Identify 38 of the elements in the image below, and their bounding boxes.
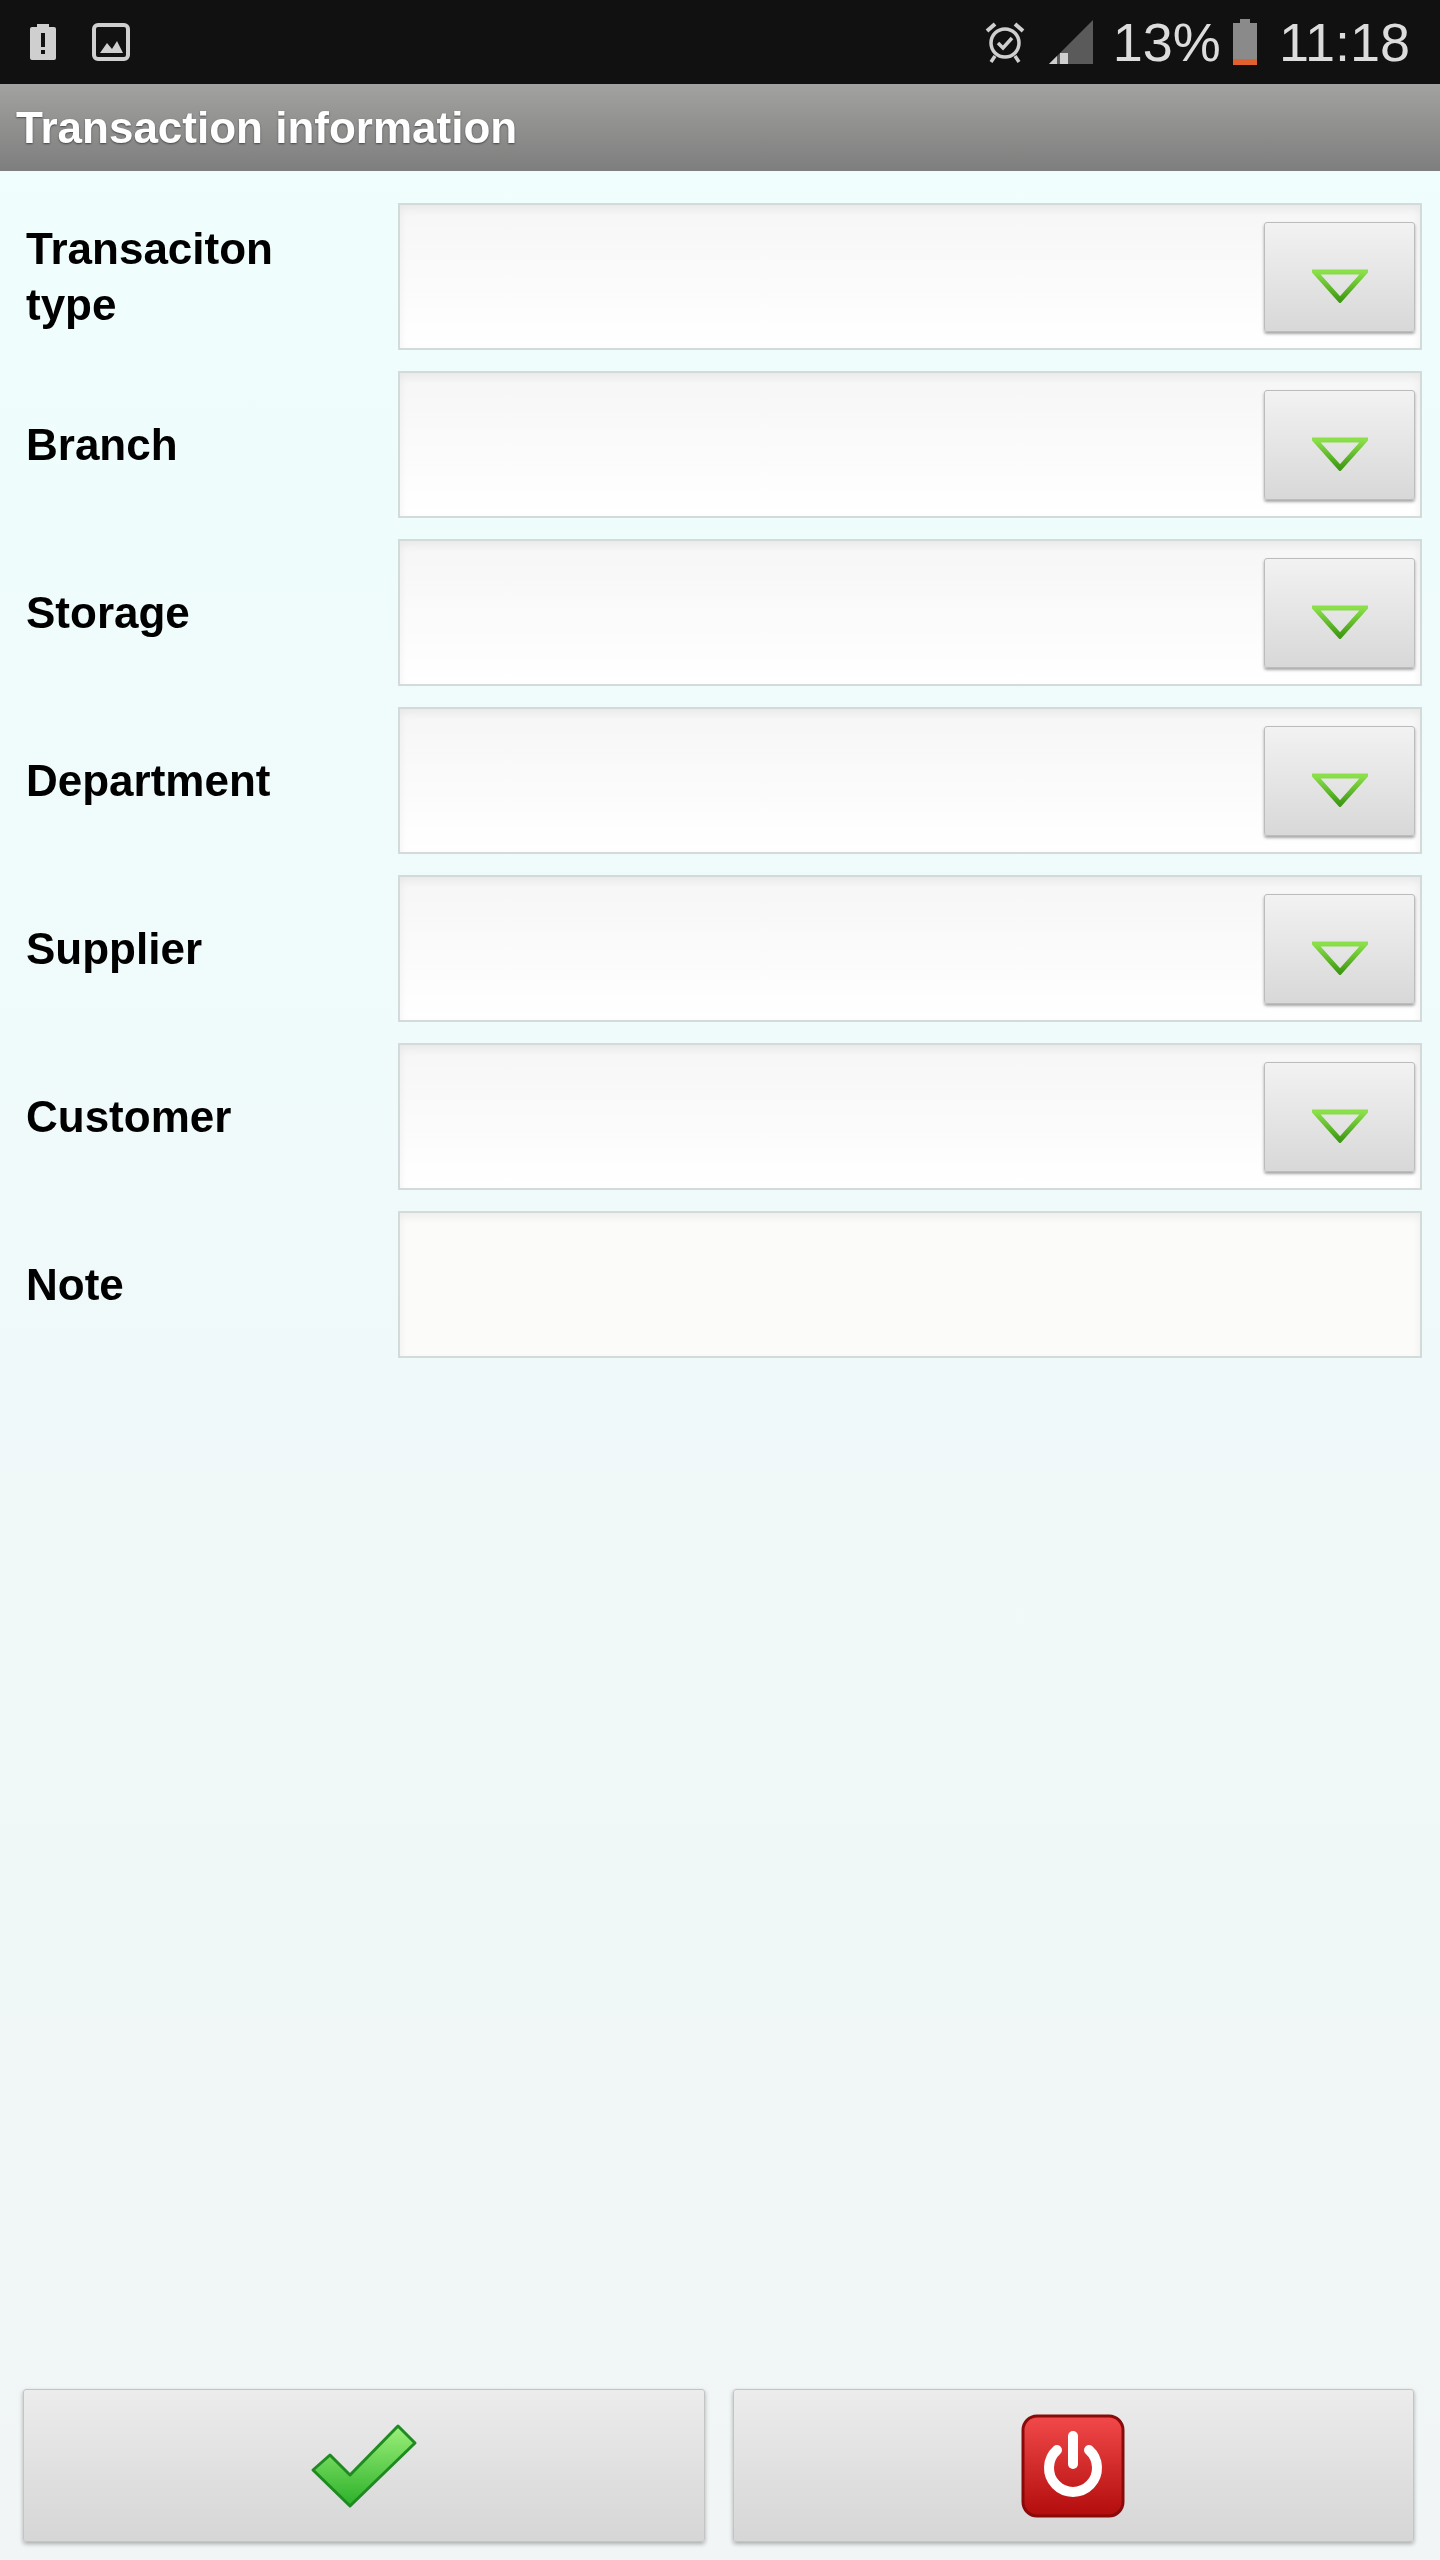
field-label: Note (26, 1259, 124, 1309)
dropdown-button[interactable] (1264, 725, 1415, 836)
triangle-down-icon (1311, 436, 1368, 471)
screen-title: Transaction information (16, 105, 518, 150)
dropdown-field[interactable] (398, 371, 1422, 518)
power-icon (1021, 2413, 1126, 2518)
dropdown-field[interactable] (398, 707, 1422, 854)
triangle-down-icon (1311, 268, 1368, 303)
image-icon (92, 23, 130, 61)
field-label: Customer (26, 1091, 232, 1141)
dropdown-button[interactable] (1264, 1061, 1415, 1172)
dropdown-button[interactable] (1264, 893, 1415, 1004)
dropdown-field[interactable] (398, 539, 1422, 686)
triangle-down-icon (1311, 1108, 1368, 1143)
dropdown-button[interactable] (1264, 557, 1415, 668)
field-label: Supplier (26, 923, 203, 973)
field-label: Branch (26, 419, 178, 469)
dropdown-field[interactable] (398, 203, 1422, 350)
battery-alert-icon (30, 24, 56, 60)
triangle-down-icon (1311, 940, 1368, 975)
signal-icon (1048, 20, 1093, 64)
triangle-down-icon (1311, 604, 1368, 639)
checkmark-icon (309, 2422, 418, 2509)
field-label: Department (26, 755, 271, 805)
power-button[interactable] (732, 2389, 1414, 2542)
field-label: Storage (26, 587, 190, 637)
triangle-down-icon (1311, 772, 1368, 807)
dropdown-button[interactable] (1264, 389, 1415, 500)
dropdown-field[interactable] (398, 875, 1422, 1022)
input-field[interactable] (398, 1211, 1422, 1358)
battery-percent-text: 13% (1112, 15, 1221, 69)
battery-icon (1232, 19, 1257, 65)
dropdown-field[interactable] (398, 1043, 1422, 1190)
field-label: Transaciton type (26, 223, 273, 329)
dropdown-button[interactable] (1264, 221, 1415, 332)
confirm-button[interactable] (23, 2389, 705, 2542)
alarm-clock-icon (984, 21, 1025, 63)
clock-time: 11:18 (1278, 15, 1410, 69)
